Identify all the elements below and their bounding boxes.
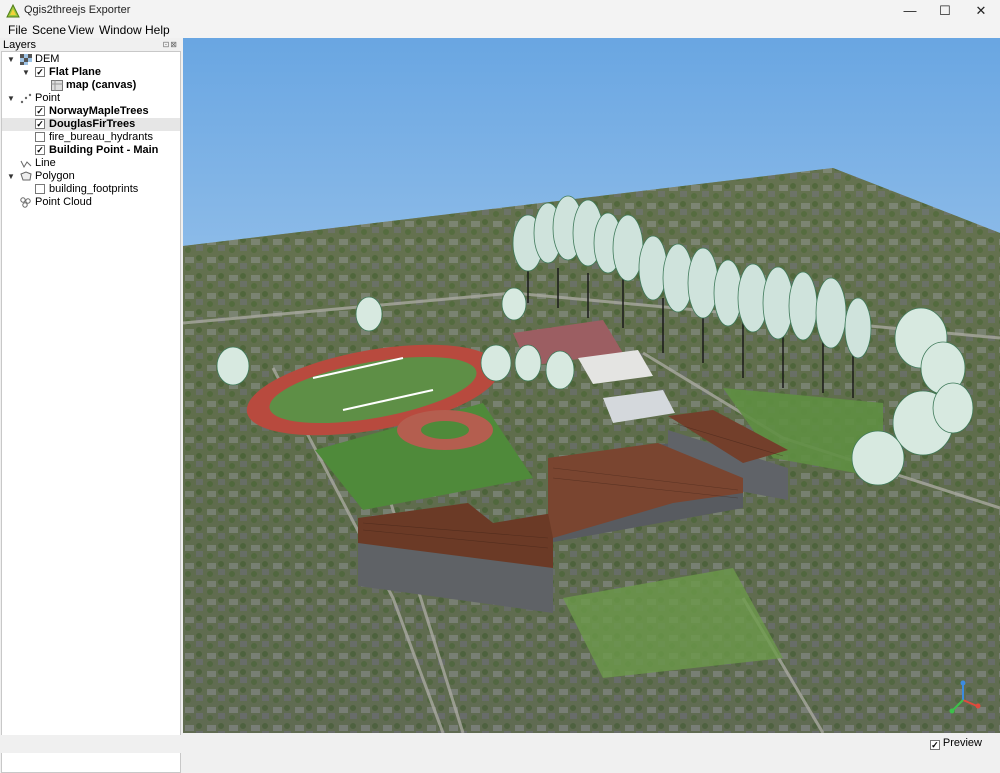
tree-group-point[interactable]: ▼ Point — [2, 92, 180, 105]
flat-plane-checkbox[interactable] — [35, 67, 45, 77]
menu-scene[interactable]: Scene — [32, 23, 66, 37]
expand-arrow-icon[interactable]: ▼ — [7, 92, 15, 105]
tree-group-polygon[interactable]: ▼ Polygon — [2, 170, 180, 183]
tree-item-building-point[interactable]: Building Point - Main — [2, 144, 180, 157]
hydrants-checkbox[interactable] — [35, 132, 45, 142]
tree-item-footprints[interactable]: building_footprints — [2, 183, 180, 196]
tree-label-dem: DEM — [35, 53, 60, 65]
map-canvas-icon — [51, 80, 63, 91]
title-bar: Qgis2threejs Exporter — ☐ ✕ — [0, 0, 1000, 22]
3d-scene-view[interactable] — [183, 38, 1000, 733]
minimize-button[interactable]: — — [892, 0, 928, 22]
tree-label-building-point: Building Point - Main — [49, 144, 159, 156]
point-cloud-icon — [20, 197, 31, 208]
expand-arrow-icon[interactable]: ▼ — [7, 53, 15, 66]
dem-raster-icon — [20, 54, 32, 65]
preview-label: Preview — [942, 737, 982, 749]
footprints-checkbox[interactable] — [35, 184, 45, 194]
tree-label-douglas-fir: DouglasFirTrees — [49, 118, 136, 130]
tree-label-flat-plane: Flat Plane — [49, 66, 101, 78]
tree-group-point-cloud[interactable]: Point Cloud — [2, 196, 180, 209]
tree-group-line[interactable]: Line — [2, 157, 180, 170]
tree-item-douglas-fir[interactable]: DouglasFirTrees — [2, 118, 180, 131]
building-point-checkbox[interactable] — [35, 145, 45, 155]
tree-label-line: Line — [35, 157, 56, 169]
preview-toggle[interactable]: Preview — [929, 737, 982, 750]
panel-float-close-icons[interactable]: ⊡⊠ — [163, 40, 178, 49]
point-layer-icon — [20, 93, 32, 104]
layers-panel: Layers ⊡⊠ ▼ DEM ▼ Flat Plane map (canvas… — [0, 38, 182, 773]
douglas-fir-checkbox[interactable] — [35, 119, 45, 129]
preview-checkbox[interactable] — [929, 740, 940, 750]
tree-item-map-canvas[interactable]: map (canvas) — [2, 79, 180, 92]
tree-item-norway-maple[interactable]: NorwayMapleTrees — [2, 105, 180, 118]
tree-label-polygon: Polygon — [35, 170, 75, 182]
tree-label-norway-maple: NorwayMapleTrees — [49, 105, 149, 117]
tree-label-point-cloud: Point Cloud — [35, 196, 92, 208]
tree-item-flat-plane[interactable]: ▼ Flat Plane — [2, 66, 180, 79]
menu-window[interactable]: Window — [99, 23, 142, 37]
line-layer-icon — [20, 160, 32, 169]
3d-scene-canvas[interactable] — [183, 38, 1000, 733]
layer-tree: ▼ DEM ▼ Flat Plane map (canvas) ▼ — [1, 51, 181, 773]
tree-label-map-canvas: map (canvas) — [66, 79, 137, 91]
polygon-layer-icon — [20, 171, 32, 181]
menu-view[interactable]: View — [68, 23, 94, 37]
status-bar: Preview — [0, 735, 1000, 753]
layers-panel-title: Layers — [3, 39, 37, 51]
expand-arrow-icon[interactable]: ▼ — [7, 170, 15, 183]
tree-item-hydrants[interactable]: fire_bureau_hydrants — [2, 131, 180, 144]
expand-arrow-icon[interactable]: ▼ — [22, 66, 30, 79]
menu-bar: File Scene View Window Help — [0, 22, 1000, 38]
maximize-button[interactable]: ☐ — [927, 0, 963, 22]
menu-file[interactable]: File — [8, 23, 27, 37]
norway-maple-checkbox[interactable] — [35, 106, 45, 116]
close-button[interactable]: ✕ — [963, 0, 999, 22]
qgis-app-icon — [6, 4, 20, 18]
window-title: Qgis2threejs Exporter — [24, 4, 131, 16]
tree-group-dem[interactable]: ▼ DEM — [2, 53, 180, 66]
tree-label-point: Point — [35, 92, 61, 104]
menu-help[interactable]: Help — [145, 23, 170, 37]
tree-label-footprints: building_footprints — [49, 183, 139, 195]
tree-label-hydrants: fire_bureau_hydrants — [49, 131, 153, 143]
